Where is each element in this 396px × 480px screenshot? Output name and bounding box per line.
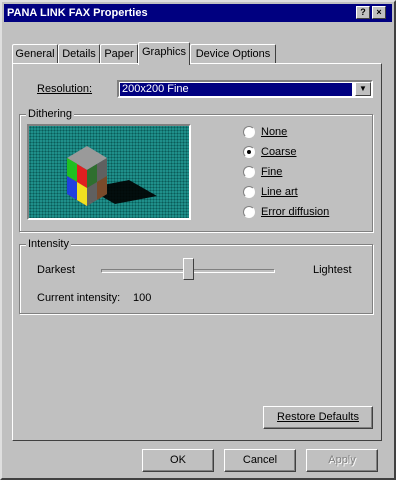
dithering-title: Dithering <box>26 108 75 120</box>
properties-dialog: PANA LINK FAX Properties ? × General Det… <box>0 0 396 480</box>
help-button[interactable]: ? <box>356 6 370 19</box>
intensity-title: Intensity <box>26 238 71 250</box>
tab-paper[interactable]: Paper <box>100 44 138 64</box>
radio-coarse[interactable] <box>243 146 255 158</box>
restore-defaults-button[interactable]: Restore Defaults <box>263 406 373 429</box>
current-intensity-value: 100 <box>133 292 152 304</box>
title-bar[interactable]: PANA LINK FAX Properties ? × <box>4 4 392 22</box>
ok-button[interactable]: OK <box>142 449 214 472</box>
radio-line-art-label: Line art <box>261 186 298 198</box>
darkest-label: Darkest <box>37 264 75 276</box>
lightest-label: Lightest <box>313 264 352 276</box>
close-icon: × <box>376 7 382 17</box>
graphics-panel: Resolution: 200x200 Fine ▼ Dithering Non… <box>12 63 382 441</box>
radio-error-diffusion-label: Error diffusion <box>261 206 330 218</box>
radio-coarse-label: Coarse <box>261 146 297 158</box>
radio-fine-label: Fine <box>261 166 283 178</box>
current-intensity-label: Current intensity: <box>37 292 121 304</box>
window-title: PANA LINK FAX Properties <box>7 7 148 19</box>
cube-icon <box>67 146 157 206</box>
radio-none-label: None <box>261 126 288 138</box>
dithering-preview <box>27 124 191 220</box>
resolution-label: Resolution: <box>37 83 93 95</box>
tab-general[interactable]: General <box>12 44 58 64</box>
apply-button[interactable]: Apply <box>306 449 378 472</box>
radio-line-art[interactable] <box>243 186 255 198</box>
tab-details[interactable]: Details <box>58 44 100 64</box>
tab-device-options[interactable]: Device Options <box>190 44 276 64</box>
resolution-value: 200x200 Fine <box>120 83 352 96</box>
radio-error-diffusion[interactable] <box>243 206 255 218</box>
help-icon: ? <box>360 7 366 17</box>
radio-fine[interactable] <box>243 166 255 178</box>
intensity-slider-thumb[interactable] <box>183 258 194 280</box>
cancel-button[interactable]: Cancel <box>224 449 296 472</box>
radio-none[interactable] <box>243 126 255 138</box>
close-button[interactable]: × <box>372 6 386 19</box>
chevron-down-icon: ▼ <box>359 84 367 93</box>
dropdown-button[interactable]: ▼ <box>355 82 371 96</box>
resolution-select[interactable]: 200x200 Fine ▼ <box>117 80 373 98</box>
tab-graphics[interactable]: Graphics <box>138 42 190 65</box>
